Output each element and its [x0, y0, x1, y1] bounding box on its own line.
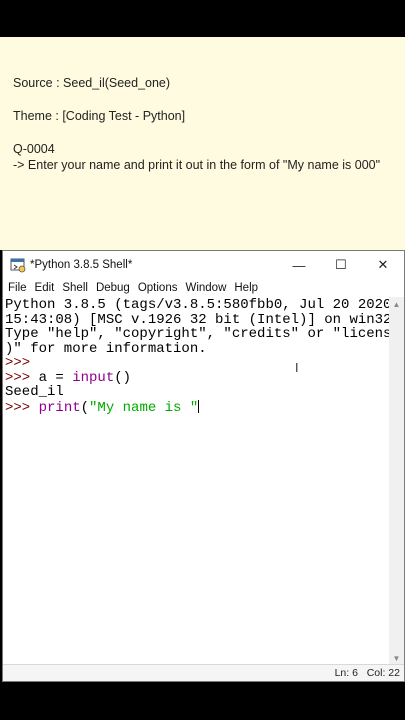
status-bar: Ln: 6 Col: 22 — [3, 664, 404, 681]
status-line: Ln: 6 — [334, 667, 358, 679]
shell-line: >>> — [5, 356, 389, 371]
menu-help[interactable]: Help — [229, 282, 261, 294]
banner-line: Python 3.8.5 (tags/v3.8.5:580fbb0, Jul 2… — [5, 298, 389, 313]
text-cursor-icon: I — [295, 361, 299, 375]
question-text: -> Enter your name and print it out in t… — [13, 158, 381, 172]
output-line: Seed_il — [5, 384, 64, 400]
shell-text-area[interactable]: Python 3.8.5 (tags/v3.8.5:580fbb0, Jul 2… — [5, 298, 389, 664]
banner-line: )" for more information. — [5, 340, 207, 357]
builtin-name: input — [72, 369, 115, 386]
title-bar[interactable]: *Python 3.8.5 Shell* — ☐ ✕ — [3, 251, 404, 279]
shell-line: >>> print("My name is " — [5, 399, 389, 416]
menu-window[interactable]: Window — [180, 282, 229, 294]
window-title: *Python 3.8.5 Shell* — [30, 259, 133, 271]
scroll-up-arrow-icon[interactable]: ▲ — [389, 297, 404, 311]
banner-line: Type "help", "copyright", "credits" or "… — [5, 326, 389, 342]
menu-file[interactable]: File — [3, 282, 30, 294]
code-text: ( — [80, 399, 90, 416]
idle-shell-window: *Python 3.8.5 Shell* — ☐ ✕ File Edit She… — [2, 250, 405, 682]
source-line: Source : Seed_il(Seed_one) — [13, 76, 171, 90]
builtin-name: print — [38, 399, 81, 416]
status-column: Col: 22 — [366, 667, 400, 679]
shell-prompt: >>> — [5, 399, 39, 416]
menu-debug[interactable]: Debug — [91, 282, 133, 294]
string-literal: "My name is " — [89, 399, 199, 416]
vertical-scrollbar[interactable]: ▲ ▼ — [389, 297, 404, 665]
shell-line: >>> a = input() — [5, 369, 389, 386]
question-id: Q-0004 — [13, 142, 55, 156]
idle-python-icon — [10, 258, 26, 273]
text-caret — [198, 399, 200, 413]
maximize-button[interactable]: ☐ — [320, 251, 362, 279]
banner-line: 15:43:08) [MSC v.1926 32 bit (Intel)] on… — [5, 311, 389, 328]
menu-edit[interactable]: Edit — [30, 282, 58, 294]
theme-line: Theme : [Coding Test - Python] — [13, 109, 186, 123]
menu-shell[interactable]: Shell — [57, 282, 91, 294]
close-button[interactable]: ✕ — [362, 251, 404, 279]
minimize-button[interactable]: — — [278, 251, 320, 279]
code-text: () — [114, 369, 132, 386]
menu-bar: File Edit Shell Debug Options Window Hel… — [3, 279, 404, 297]
question-note-panel: Source : Seed_il(Seed_one) Theme : [Codi… — [0, 37, 405, 250]
menu-options[interactable]: Options — [133, 282, 181, 294]
scroll-down-arrow-icon[interactable]: ▼ — [389, 651, 404, 665]
